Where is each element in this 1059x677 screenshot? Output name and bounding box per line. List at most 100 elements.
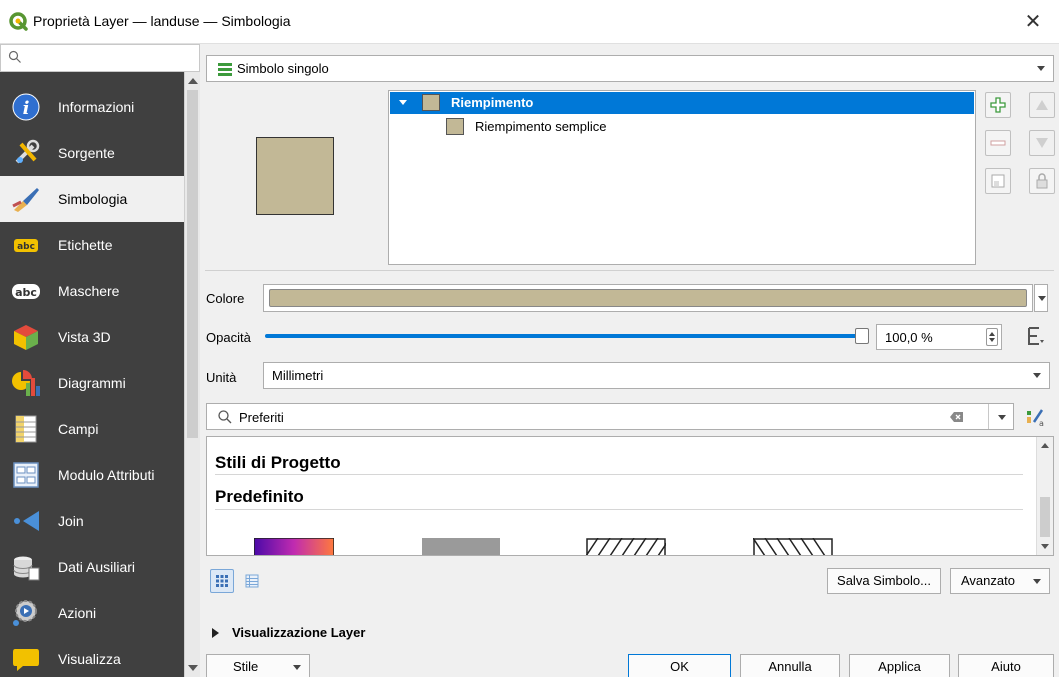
sidebar-item-label: Informazioni bbox=[58, 99, 135, 115]
sidebar-item-modulo-attributi[interactable]: Modulo Attributi bbox=[0, 452, 184, 498]
close-icon[interactable]: ✕ bbox=[1021, 9, 1045, 34]
opacity-value: 100,0 % bbox=[885, 330, 933, 345]
scroll-thumb[interactable] bbox=[1040, 497, 1050, 537]
scroll-thumb[interactable] bbox=[187, 90, 198, 438]
list-view-button[interactable] bbox=[240, 569, 264, 593]
sidebar-item-join[interactable]: Join bbox=[0, 498, 184, 544]
ok-button[interactable]: OK bbox=[628, 654, 731, 677]
tree-item-fill[interactable]: Riempimento bbox=[390, 92, 974, 114]
chevron-down-icon[interactable] bbox=[998, 415, 1006, 420]
remove-layer-button[interactable] bbox=[985, 130, 1011, 156]
color-label: Colore bbox=[206, 291, 245, 306]
sidebar-item-etichette[interactable]: abc Etichette bbox=[0, 222, 184, 268]
sidebar-item-azioni[interactable]: Azioni bbox=[0, 590, 184, 636]
clear-icon[interactable] bbox=[950, 411, 964, 423]
opacity-slider-track[interactable] bbox=[265, 334, 863, 338]
apply-button[interactable]: Applica bbox=[849, 654, 950, 677]
icon-view-button[interactable] bbox=[210, 569, 234, 593]
symbology-icon bbox=[12, 188, 39, 212]
lock-layer-button[interactable] bbox=[1029, 168, 1055, 194]
renderer-type-select[interactable]: Simbolo singolo bbox=[206, 55, 1054, 82]
chevron-down-icon bbox=[1033, 579, 1041, 584]
join-icon bbox=[14, 511, 39, 531]
svg-text:a: a bbox=[1039, 419, 1044, 428]
symbol-preview bbox=[256, 137, 334, 215]
search-icon bbox=[8, 50, 21, 63]
window-title: Proprietà Layer — landuse — Simbologia bbox=[33, 13, 291, 29]
sidebar-item-label: Modulo Attributi bbox=[58, 467, 155, 483]
data-defined-override-icon[interactable] bbox=[1025, 326, 1047, 346]
tree-item-simple-fill[interactable]: Riempimento semplice bbox=[390, 115, 974, 137]
color-button[interactable] bbox=[263, 284, 1033, 312]
save-symbol-button[interactable]: Salva Simbolo... bbox=[827, 568, 941, 594]
symbol-library-list: Stili di Progetto Predefinito bbox=[206, 436, 1054, 556]
source-icon bbox=[15, 139, 40, 164]
move-down-button[interactable] bbox=[1029, 130, 1055, 156]
sidebar-item-informazioni[interactable]: i Informazioni bbox=[0, 84, 184, 130]
expand-arrow-icon[interactable] bbox=[399, 100, 407, 105]
plus-icon bbox=[990, 97, 1006, 113]
sidebar-item-campi[interactable]: Campi bbox=[0, 406, 184, 452]
help-button[interactable]: Aiuto bbox=[958, 654, 1054, 677]
sidebar-item-simbologia[interactable]: Simbologia bbox=[0, 176, 184, 222]
svg-text:i: i bbox=[23, 98, 30, 119]
title-bar: Proprietà Layer — landuse — Simbologia ✕ bbox=[0, 0, 1059, 44]
symbol-search-input[interactable]: Preferiti bbox=[206, 403, 1014, 430]
sidebar-search-input[interactable] bbox=[0, 44, 200, 72]
gray-fill-symbol[interactable] bbox=[422, 538, 502, 556]
opacity-label: Opacità bbox=[206, 330, 251, 345]
chevron-down-icon bbox=[1033, 373, 1041, 378]
qgis-logo-icon bbox=[9, 12, 28, 31]
sidebar-item-label: Etichette bbox=[58, 237, 113, 253]
cancel-button[interactable]: Annulla bbox=[740, 654, 840, 677]
library-scrollbar[interactable] bbox=[1036, 437, 1053, 555]
group-header-project-styles[interactable]: Stili di Progetto bbox=[215, 453, 341, 473]
section-title: Visualizzazione Layer bbox=[232, 625, 366, 640]
sidebar-item-sorgente[interactable]: Sorgente bbox=[0, 130, 184, 176]
style-manager-icon[interactable]: a bbox=[1024, 406, 1046, 428]
search-icon bbox=[218, 410, 232, 424]
sidebar-scrollbar[interactable] bbox=[184, 72, 200, 677]
search-value: Preferiti bbox=[239, 410, 284, 425]
actions-icon bbox=[13, 600, 37, 626]
expand-arrow-icon[interactable] bbox=[212, 628, 219, 638]
fill-swatch-icon bbox=[422, 94, 440, 111]
unit-select[interactable]: Millimetri bbox=[263, 362, 1050, 389]
sidebar-item-label: Sorgente bbox=[58, 145, 115, 161]
scroll-up-icon[interactable] bbox=[1041, 443, 1049, 448]
sidebar-item-visualizza[interactable]: Visualizza bbox=[0, 636, 184, 677]
sidebar-item-maschere[interactable]: abc Maschere bbox=[0, 268, 184, 314]
chevron-down-icon bbox=[1038, 296, 1046, 301]
opacity-slider-handle[interactable] bbox=[855, 328, 869, 344]
scroll-down-icon[interactable] bbox=[188, 665, 198, 671]
arrow-down-icon bbox=[1036, 138, 1048, 148]
arrow-up-icon bbox=[1036, 100, 1048, 110]
sidebar-item-vista-3d[interactable]: Vista 3D bbox=[0, 314, 184, 360]
hatched-fill-symbol[interactable] bbox=[586, 538, 666, 556]
group-header-default[interactable]: Predefinito bbox=[215, 487, 304, 507]
scroll-up-icon[interactable] bbox=[188, 78, 198, 84]
opacity-spinbox[interactable]: 100,0 % bbox=[876, 324, 1002, 350]
duplicate-icon bbox=[991, 174, 1005, 188]
spin-buttons[interactable] bbox=[986, 328, 998, 346]
scroll-down-icon[interactable] bbox=[1041, 544, 1049, 549]
duplicate-layer-button[interactable] bbox=[985, 168, 1011, 194]
sidebar-item-dati-ausiliari[interactable]: Dati Ausiliari bbox=[0, 544, 184, 590]
sidebar-item-label: Vista 3D bbox=[58, 329, 111, 345]
svg-text:abc: abc bbox=[17, 242, 35, 252]
gradient-fill-symbol[interactable] bbox=[254, 538, 334, 556]
sidebar-item-label: Campi bbox=[58, 421, 99, 437]
style-button[interactable]: Stile bbox=[206, 654, 310, 677]
sidebar-item-diagrammi[interactable]: Diagrammi bbox=[0, 360, 184, 406]
minus-icon bbox=[990, 140, 1006, 146]
advanced-button[interactable]: Avanzato bbox=[950, 568, 1050, 594]
back-hatched-fill-symbol[interactable] bbox=[753, 538, 833, 556]
move-up-button[interactable] bbox=[1029, 92, 1055, 118]
unit-label: Unità bbox=[206, 370, 237, 385]
single-symbol-icon bbox=[218, 63, 232, 76]
add-layer-button[interactable] bbox=[985, 92, 1011, 118]
color-dropdown-button[interactable] bbox=[1034, 284, 1048, 312]
unit-value: Millimetri bbox=[272, 368, 324, 383]
tree-item-label: Riempimento semplice bbox=[475, 119, 607, 134]
auxiliary-data-icon bbox=[13, 556, 40, 581]
